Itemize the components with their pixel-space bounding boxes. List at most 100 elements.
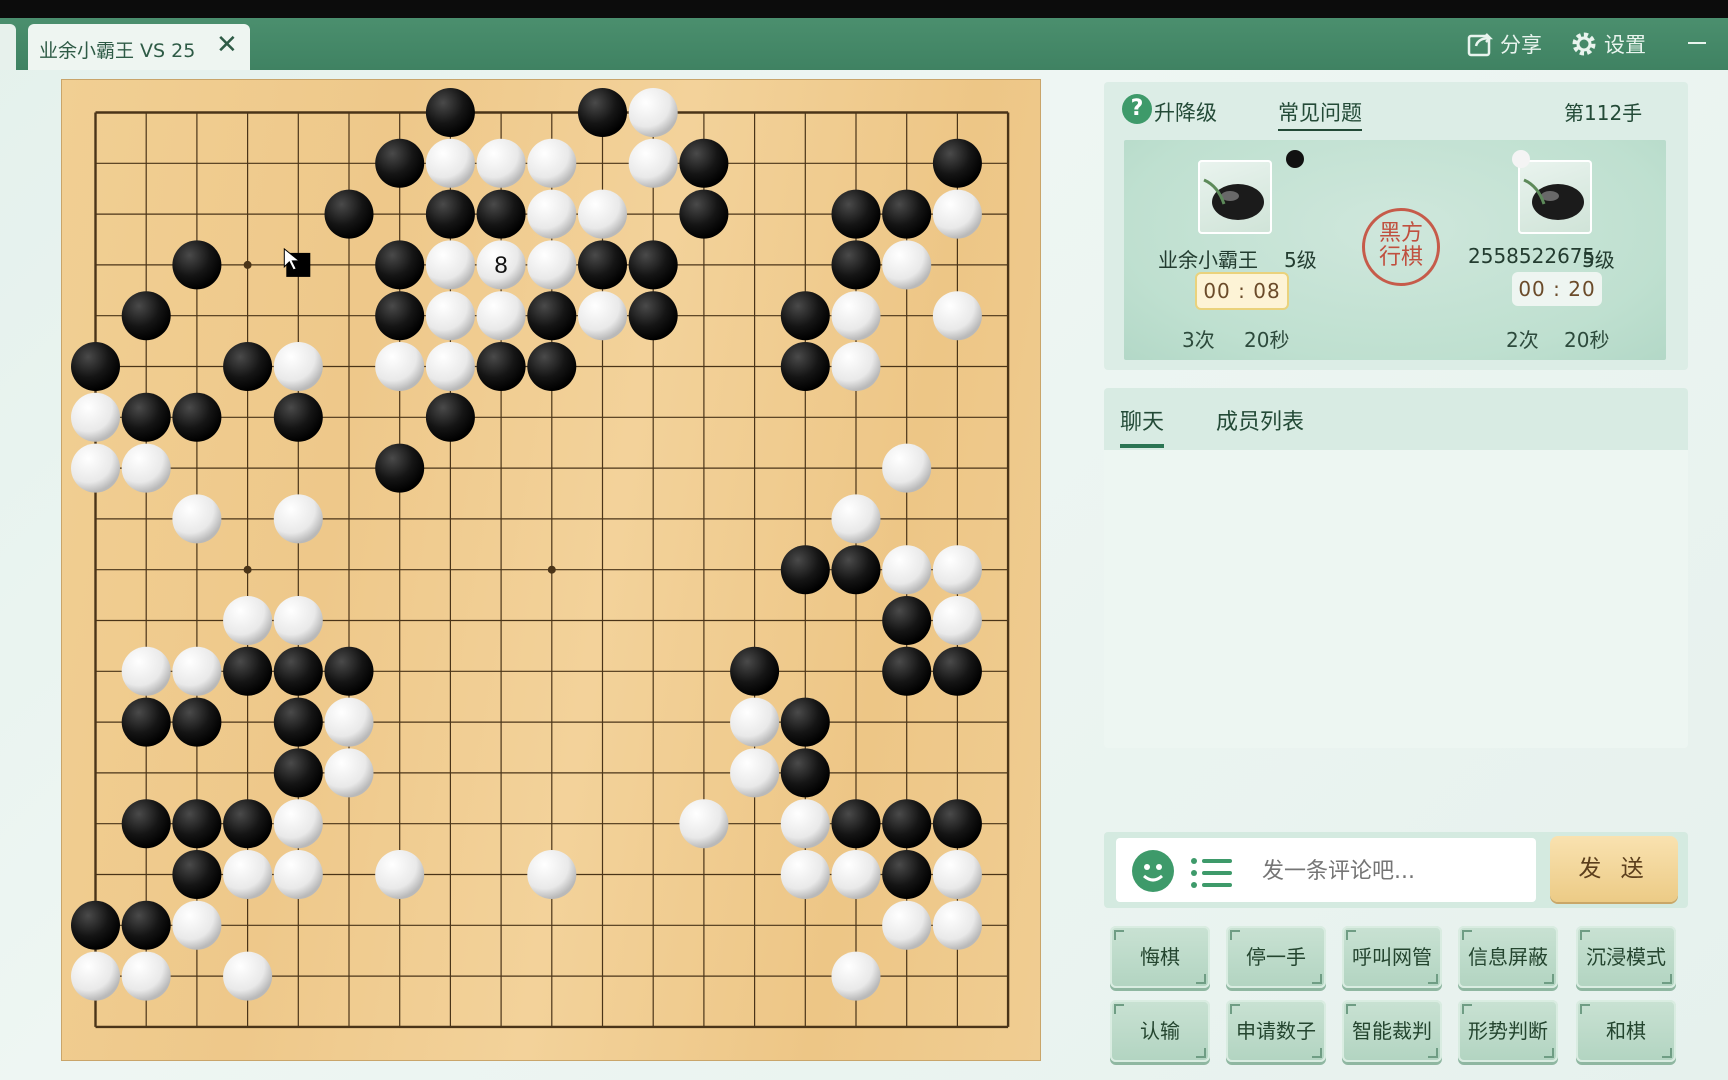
black-stone [831, 799, 881, 849]
white-stone [71, 392, 120, 442]
white-stone [324, 748, 374, 798]
game-tab[interactable]: 业余小霸王 VS 25 ✕ [28, 24, 250, 70]
white-stone [831, 850, 881, 899]
white-stone [882, 240, 932, 290]
white-stone [71, 443, 120, 493]
white-stone [273, 342, 323, 391]
black-stone [172, 799, 222, 849]
white-stone [273, 850, 323, 899]
white-stone [121, 646, 171, 696]
action-button[interactable]: 形势判断 [1458, 1000, 1558, 1062]
action-button[interactable]: 认输 [1110, 1000, 1210, 1062]
action-button[interactable]: 申请数子 [1226, 1000, 1326, 1062]
black-stone [578, 240, 627, 290]
black-stone [223, 342, 273, 391]
black-stone [730, 646, 780, 696]
black-stone [324, 646, 374, 696]
black-stone [679, 189, 729, 239]
white-stone [831, 291, 881, 341]
white-stone [932, 900, 982, 950]
black-stone [628, 240, 678, 290]
white-byoyomi-count: 2次 [1506, 328, 1539, 352]
black-stone [425, 392, 475, 442]
white-stone [679, 799, 729, 849]
settings-button[interactable]: 设置 [1570, 28, 1646, 60]
action-button[interactable]: 悔棋 [1110, 926, 1210, 988]
black-player-name: 业余小霸王 [1158, 248, 1258, 272]
black-stone [223, 799, 273, 849]
turn-seal: 黑方行棋 [1362, 208, 1440, 286]
black-stone [831, 189, 881, 239]
white-stone [831, 342, 881, 391]
white-byoyomi-time: 20秒 [1564, 328, 1610, 352]
close-icon[interactable]: ✕ [216, 32, 238, 58]
star-point [243, 565, 252, 574]
action-button[interactable]: 和棋 [1576, 1000, 1676, 1062]
action-button[interactable]: 沉浸模式 [1576, 926, 1676, 988]
white-stone [628, 138, 678, 188]
action-button[interactable]: 呼叫网管 [1342, 926, 1442, 988]
black-stone [780, 342, 830, 391]
black-byoyomi-time: 20秒 [1244, 328, 1290, 352]
black-stone [121, 900, 171, 950]
black-stone [324, 189, 374, 239]
tab-members[interactable]: 成员列表 [1216, 404, 1304, 436]
left-tab-edge[interactable] [0, 24, 16, 70]
faq-link[interactable]: 常见问题 [1278, 97, 1362, 131]
go-board[interactable]: 8 [62, 80, 1040, 1060]
black-stone [425, 88, 475, 137]
list-icon[interactable] [1190, 856, 1234, 894]
action-button[interactable]: 信息屏蔽 [1458, 926, 1558, 988]
share-button[interactable]: 分享 [1466, 28, 1542, 60]
black-stone [172, 240, 222, 290]
black-stone [172, 392, 222, 442]
white-stone [425, 291, 475, 341]
white-stone [375, 342, 425, 391]
white-stone [628, 88, 678, 137]
black-stone [780, 697, 830, 747]
action-button[interactable]: 智能裁判 [1342, 1000, 1442, 1062]
white-stone [121, 443, 171, 493]
white-stone [730, 697, 780, 747]
white-stone [172, 646, 222, 696]
chat-tabs: 聊天 成员列表 [1104, 388, 1688, 450]
emoji-icon[interactable] [1132, 850, 1174, 892]
black-stone [172, 697, 222, 747]
black-stone [882, 596, 932, 645]
white-timer: 00 : 20 [1512, 272, 1602, 306]
black-stone [273, 646, 323, 696]
board-grid[interactable]: 8 [62, 80, 1040, 1060]
star-point [243, 260, 252, 269]
black-stone [780, 291, 830, 341]
black-timer: 00 : 08 [1195, 272, 1289, 310]
white-stone [527, 189, 577, 239]
white-stone [71, 951, 120, 1001]
black-turn-dot [1286, 150, 1304, 168]
white-stone [578, 291, 627, 341]
black-stone [172, 850, 222, 899]
white-player-rank: 5级 [1582, 248, 1615, 272]
avatar[interactable] [1518, 160, 1592, 234]
rank-rules-link[interactable]: 升降级 [1154, 97, 1217, 127]
black-stone [121, 392, 171, 442]
black-stone [476, 189, 526, 239]
black-stone [273, 392, 323, 442]
tab-chat[interactable]: 聊天 [1120, 404, 1165, 448]
comment-box [1116, 838, 1536, 902]
action-button[interactable]: 停一手 [1226, 926, 1326, 988]
white-stone [578, 189, 627, 239]
white-stone [476, 138, 526, 188]
comment-input[interactable] [1260, 858, 1524, 885]
black-stone [375, 443, 425, 493]
white-stone [527, 850, 577, 899]
black-player-rank: 5级 [1284, 248, 1317, 272]
black-stone [831, 545, 881, 595]
share-icon [1467, 33, 1494, 57]
send-button[interactable]: 发 送 [1550, 836, 1678, 902]
white-stone [882, 443, 932, 493]
minimize-icon[interactable] [1688, 42, 1706, 44]
avatar[interactable] [1198, 160, 1272, 234]
help-icon[interactable]: ? [1122, 94, 1152, 124]
comment-bar: 发 送 [1104, 832, 1688, 908]
white-stone [172, 494, 222, 544]
